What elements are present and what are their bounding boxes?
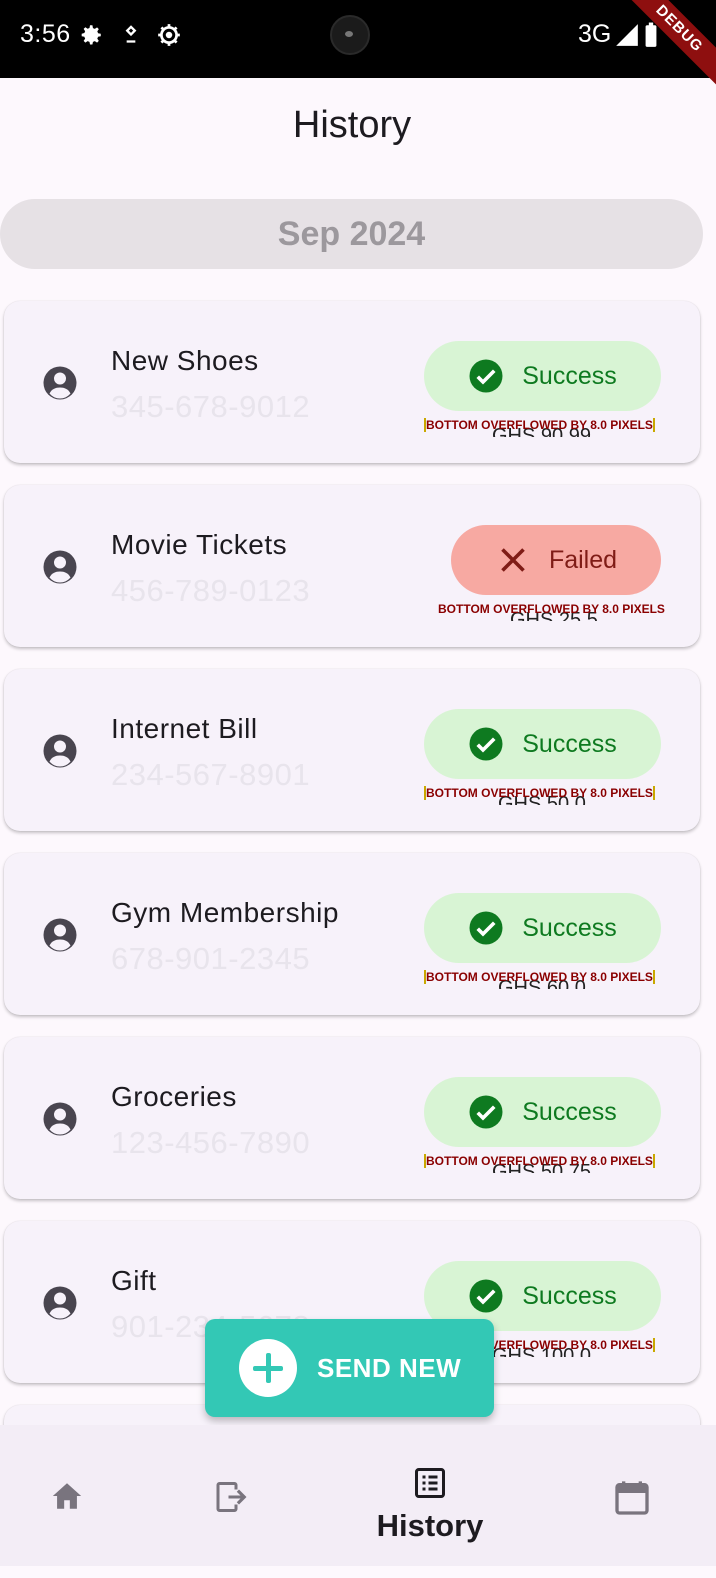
transaction-list[interactable]: New Shoes 345-678-9012 Success GHS 90.99… (0, 285, 716, 1425)
month-filter-chip[interactable]: Sep 2024 (0, 199, 703, 269)
status-badge-success: Success (424, 341, 661, 411)
transaction-phone: 123-456-7890 (111, 1125, 311, 1160)
account-circle-icon (43, 550, 77, 584)
network-type: 3G (578, 20, 612, 48)
overflow-warning: BOTTOM OVERFLOWED BY 8.0 PIXELS (424, 970, 655, 984)
check-circle-icon (469, 1095, 503, 1129)
overflow-warning: BOTTOM OVERFLOWED BY 8.0 PIXELS (424, 418, 655, 432)
status-label: Success (522, 1097, 617, 1126)
nav-home[interactable] (0, 1425, 160, 1565)
transaction-title: Movie Tickets (111, 529, 288, 560)
status-badge-success: Success (424, 709, 661, 779)
signal-icon (616, 24, 638, 46)
transaction-title: Groceries (111, 1081, 237, 1112)
transaction-phone: 456-789-0123 (111, 573, 311, 608)
overflow-warning: BOTTOM OVERFLOWED BY 8.0 PIXELS (424, 786, 655, 800)
account-circle-icon (43, 918, 77, 952)
overflow-warning: BOTTOM OVERFLOWED BY 8.0 PIXELS (424, 1154, 655, 1168)
overflow-warning: BOTTOM OVERFLOWED BY 8.0 PIXELS (438, 602, 665, 616)
account-circle-icon (43, 734, 77, 768)
nav-history[interactable]: History (350, 1425, 510, 1565)
check-circle-icon (469, 359, 503, 393)
transaction-card[interactable]: Internet Bill 234-567-8901 Success GHS 5… (4, 669, 700, 831)
check-circle-icon (469, 1279, 503, 1313)
home-icon (52, 1483, 82, 1509)
status-label: Success (522, 729, 617, 758)
account-circle-icon (43, 366, 77, 400)
list-alt-icon (415, 1468, 445, 1498)
transaction-phone: 234-567-8901 (111, 757, 311, 792)
exit-to-app-icon (216, 1482, 247, 1512)
transaction-card[interactable]: Movie Tickets 456-789-0123 Failed GHS 25… (4, 485, 700, 647)
nav-calendar[interactable] (552, 1425, 712, 1565)
nav-history-label: History (376, 1508, 484, 1543)
front-camera (330, 15, 370, 55)
account-circle-icon (43, 1102, 77, 1136)
status-bar: 3:56 3G DEBUG (0, 0, 716, 92)
page-title: History (292, 104, 412, 146)
status-badge-success: Success (424, 893, 661, 963)
status-time: 3:56 (20, 20, 71, 48)
status-badge-success: Success (424, 1077, 661, 1147)
transaction-phone: 678-901-2345 (111, 941, 311, 976)
nav-send[interactable] (148, 1425, 308, 1565)
status-badge-failed: Failed (451, 525, 661, 595)
transaction-card[interactable]: New Shoes 345-678-9012 Success GHS 90.99… (4, 301, 700, 463)
status-label: Failed (548, 545, 618, 574)
calendar-icon (615, 1481, 649, 1515)
account-circle-icon (43, 1286, 77, 1320)
debug-gear-icon (158, 24, 180, 46)
send-new-label: SEND NEW (317, 1352, 462, 1383)
add-circle-icon (239, 1339, 297, 1397)
close-icon (501, 548, 525, 572)
transaction-card[interactable]: Groceries 123-456-7890 Success GHS 50.75… (4, 1037, 700, 1199)
status-label: Success (522, 361, 617, 390)
transaction-title: Gym Membership (111, 897, 339, 928)
bottom-navigation: History (0, 1425, 716, 1578)
send-new-button[interactable]: SEND NEW (205, 1319, 494, 1417)
location-pin-icon (125, 25, 137, 43)
settings-gear-icon (81, 25, 101, 45)
gesture-bar (0, 1566, 716, 1578)
transaction-title: Internet Bill (111, 713, 258, 744)
status-label: Success (522, 913, 617, 942)
transaction-card[interactable]: Gym Membership 678-901-2345 Success GHS … (4, 853, 700, 1015)
check-circle-icon (469, 727, 503, 761)
transaction-title: Gift (111, 1265, 157, 1296)
transaction-phone: 345-678-9012 (111, 389, 311, 424)
check-circle-icon (469, 911, 503, 945)
status-label: Success (522, 1281, 617, 1310)
transaction-title: New Shoes (111, 345, 259, 376)
